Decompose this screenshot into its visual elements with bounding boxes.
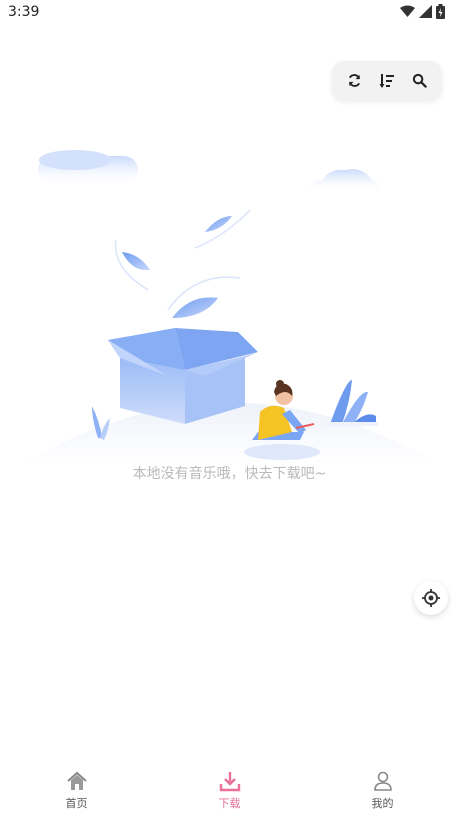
nav-item-home[interactable]: 首页 [0,762,153,816]
floating-leaves [114,209,251,318]
status-bar: 3:39 [0,0,459,26]
empty-state-message: 本地没有音乐哦，快去下载吧~ [132,466,327,482]
search-button[interactable] [407,68,433,94]
user-icon [373,771,392,791]
cloud-right [310,169,380,192]
signal-icon [419,5,432,18]
refresh-icon [348,74,360,87]
nav-item-mine[interactable]: 我的 [306,762,459,816]
home-icon [66,771,87,790]
crosshair-icon [422,589,440,607]
download-icon [219,772,240,792]
search-icon [412,73,427,88]
ground [22,402,440,465]
cloud-left [38,150,138,186]
locate-button[interactable] [414,581,448,615]
right-plant [326,380,378,426]
toolbar [332,61,442,100]
refresh-button[interactable] [341,68,367,94]
battery-icon [436,4,445,19]
bottom-nav: 首页 下载 我的 [0,762,459,816]
nav-label-download: 下载 [218,797,241,810]
wifi-icon [400,5,415,17]
status-time: 3:39 [8,4,40,20]
sort-button[interactable] [374,68,400,94]
nav-item-download[interactable]: 下载 [153,762,306,816]
sort-icon [379,73,394,88]
screen: 3:39 本地没有音乐哦，快去下载吧~ 首页 下载 我的 [0,0,459,816]
status-icons [400,4,445,19]
nav-label-home: 首页 [65,797,88,810]
empty-state-illustration [22,150,440,465]
nav-label-mine: 我的 [371,797,394,810]
